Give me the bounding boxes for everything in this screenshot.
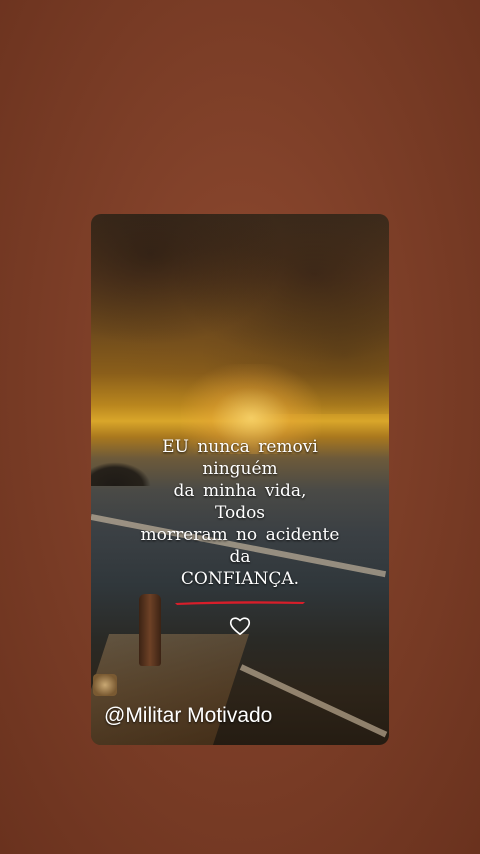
quote-line: da minha vida, [173, 481, 307, 501]
quote-line: ninguém [202, 459, 278, 479]
quote-line: EU nunca removi [162, 437, 318, 457]
story-card: EU nunca removi ninguém da minha vida, T… [91, 214, 389, 745]
account-handle: @Militar Motivado [104, 704, 273, 727]
quote-line: CONFIANÇA. [180, 569, 300, 589]
quote-text: EU nunca removi ninguém da minha vida, T… [91, 436, 389, 590]
heart-outline-icon[interactable] [229, 616, 251, 636]
quote-line: morreram no acidente [140, 525, 340, 545]
quote-line: Todos [214, 503, 266, 523]
bottle [139, 594, 161, 666]
quote-line: da [229, 547, 251, 567]
red-brush-underline [175, 601, 305, 605]
cup [93, 674, 117, 696]
